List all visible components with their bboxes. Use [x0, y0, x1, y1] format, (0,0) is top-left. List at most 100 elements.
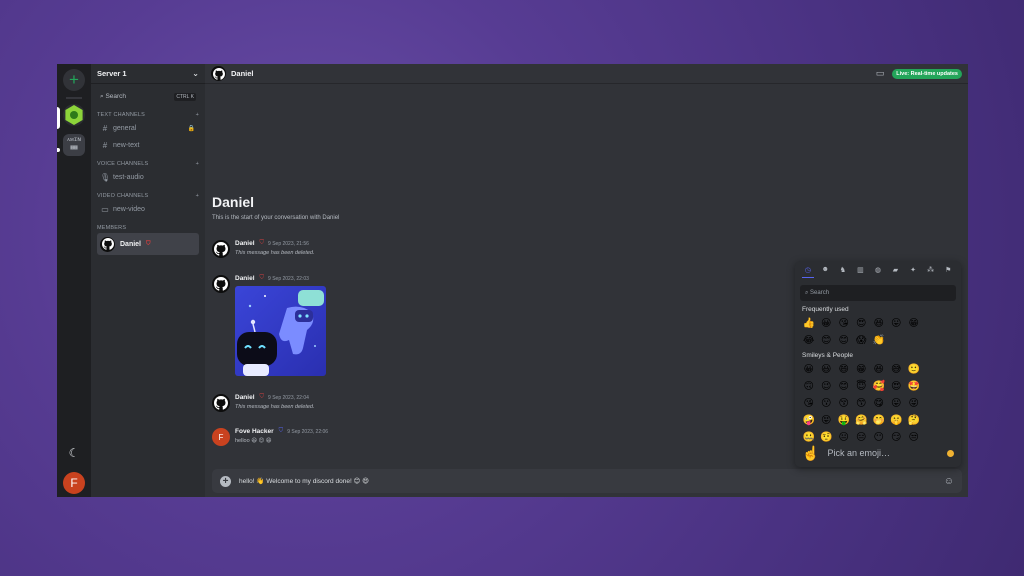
emoji-item[interactable]: 😉 — [818, 379, 836, 394]
skin-tone-button[interactable] — [947, 449, 954, 457]
emoji-item[interactable]: 🤪 — [800, 413, 818, 428]
server-header[interactable]: Server 1 ⌄ — [91, 64, 205, 84]
objects-category-icon[interactable]: ✦ — [907, 266, 919, 278]
emoji-search-input[interactable]: ⌕ Search — [800, 285, 956, 301]
category-label: MEMBERS — [97, 225, 127, 231]
emoji-item[interactable]: 😄 — [835, 362, 853, 377]
server-2-icon[interactable]: ᴀᴍɪɴ ▦▦ — [63, 134, 85, 156]
symbols-category-icon[interactable]: ⁂ — [925, 266, 937, 278]
activity-category-icon[interactable]: ◍ — [872, 266, 884, 278]
emoji-category-tabs: ◷ ☻ ♞ ▥ ◍ ▰ ✦ ⁂ ⚑ — [795, 261, 961, 280]
message-author[interactable]: Daniel — [235, 394, 255, 401]
emoji-item[interactable]: 🙂 — [905, 362, 923, 377]
channel-new-video[interactable]: ▭ new-video — [97, 201, 199, 217]
emoji-item[interactable]: 😛 — [888, 316, 906, 331]
channel-test-audio[interactable]: 🎙 test-audio — [97, 169, 199, 185]
message-composer[interactable]: + hello! 👋 Welcome to my discord done! 😊… — [212, 469, 962, 493]
emoji-picker-footer: ☝️ Pick an emoji… — [795, 439, 961, 467]
theme-toggle-icon[interactable]: ☾ — [69, 446, 80, 460]
channel-label: new-video — [113, 205, 145, 213]
add-channel-icon[interactable]: + — [196, 193, 199, 199]
github-avatar-icon — [100, 236, 115, 252]
emoji-item[interactable]: 👏 — [870, 333, 888, 348]
attach-button[interactable]: + — [220, 475, 231, 487]
smileys-category-icon[interactable]: ☻ — [819, 266, 831, 278]
message-input[interactable]: hello! 👋 Welcome to my discord done! 😊 😄 — [239, 477, 369, 485]
emoji-item[interactable]: 👍 — [800, 316, 818, 331]
emoji-item[interactable]: 😙 — [853, 396, 871, 411]
emoji-search-placeholder: Search — [810, 290, 830, 296]
message-author[interactable]: Fove Hacker — [235, 428, 274, 435]
user-avatar-button[interactable]: F — [63, 472, 85, 494]
emoji-item[interactable]: 😆 — [870, 362, 888, 377]
emoji-item[interactable]: 😛 — [888, 396, 906, 411]
github-avatar-icon[interactable] — [212, 240, 230, 258]
emoji-item[interactable]: 😝 — [818, 413, 836, 428]
message-image-attachment[interactable] — [235, 286, 326, 376]
github-avatar-icon[interactable] — [212, 275, 230, 293]
search-icon: ⌕ — [100, 93, 104, 100]
emoji-item[interactable]: 😊 — [835, 379, 853, 394]
emoji-item[interactable]: 😁 — [905, 316, 923, 331]
emoji-item[interactable]: 😱 — [853, 333, 871, 348]
emoji-item[interactable]: 😃 — [818, 362, 836, 377]
recent-category-icon[interactable]: ◷ — [801, 266, 814, 278]
emoji-button-icon[interactable]: ☺ — [944, 476, 954, 487]
emoji-item[interactable]: 🤩 — [905, 379, 923, 394]
emoji-item[interactable]: 😀 — [800, 362, 818, 377]
emoji-item[interactable]: 😚 — [835, 396, 853, 411]
category-video: VIDEO CHANNELS + — [97, 193, 199, 199]
emoji-item[interactable]: 😘 — [835, 316, 853, 331]
food-category-icon[interactable]: ▥ — [854, 266, 866, 278]
emoji-item[interactable]: 😊 — [818, 333, 836, 348]
emoji-item[interactable]: 🤭 — [870, 413, 888, 428]
channel-sidebar: Server 1 ⌄ ⌕ Search CTRL K TEXT CHANNELS… — [91, 64, 205, 497]
add-channel-icon[interactable]: + — [196, 161, 199, 167]
animals-category-icon[interactable]: ♞ — [837, 266, 849, 278]
message-author[interactable]: Daniel — [235, 275, 255, 282]
emoji-item[interactable]: 🙃 — [800, 379, 818, 394]
message-author[interactable]: Daniel — [235, 240, 255, 247]
search-label: Search — [105, 93, 127, 100]
flags-category-icon[interactable]: ⚑ — [942, 266, 954, 278]
rail-separator — [66, 97, 82, 99]
server-1-icon[interactable] — [63, 104, 85, 126]
frequently-used-title: Frequently used — [802, 306, 849, 313]
emoji-item[interactable]: 😋 — [870, 396, 888, 411]
emoji-item[interactable]: 😂 — [800, 333, 818, 348]
chevron-down-icon[interactable]: ⌄ — [192, 69, 199, 78]
category-label: VOICE CHANNELS — [97, 161, 149, 167]
member-daniel[interactable]: Daniel ⛉ — [97, 233, 199, 255]
emoji-item[interactable]: 😜 — [905, 396, 923, 411]
emoji-item[interactable]: 😁 — [853, 362, 871, 377]
chat-title: Daniel — [231, 69, 254, 78]
emoji-item[interactable]: 😆 — [870, 316, 888, 331]
emoji-item[interactable]: 🥰 — [870, 379, 888, 394]
search-button[interactable]: ⌕ Search CTRL K — [97, 90, 199, 104]
github-avatar-icon[interactable] — [212, 394, 230, 412]
category-label: VIDEO CHANNELS — [97, 193, 149, 199]
smileys-title: Smileys & People — [802, 352, 853, 359]
emoji-item[interactable]: 😀 — [818, 316, 836, 331]
add-server-button[interactable]: + — [63, 69, 85, 91]
emoji-item[interactable]: 😗 — [818, 396, 836, 411]
github-avatar-icon — [211, 66, 226, 81]
emoji-item[interactable]: 😍 — [853, 316, 871, 331]
user-avatar[interactable]: F — [212, 428, 230, 446]
video-call-icon[interactable]: ▭ — [876, 68, 885, 79]
add-channel-icon[interactable]: + — [196, 112, 199, 118]
channel-new-text[interactable]: # new-text — [97, 137, 199, 153]
travel-category-icon[interactable]: ▰ — [890, 266, 902, 278]
emoji-item[interactable]: 😇 — [853, 379, 871, 394]
emoji-item[interactable]: 🤫 — [888, 413, 906, 428]
emoji-item[interactable]: 🤔 — [905, 413, 923, 428]
emoji-item[interactable]: 🤗 — [853, 413, 871, 428]
emoji-item[interactable]: 😍 — [888, 379, 906, 394]
channel-general[interactable]: # general 🔒 — [97, 120, 199, 136]
message-text: This message has been deleted. — [235, 250, 315, 256]
emoji-item[interactable]: 😅 — [888, 362, 906, 377]
emoji-item[interactable]: 🤑 — [835, 413, 853, 428]
emoji-footer-hint: Pick an emoji… — [827, 448, 890, 458]
emoji-item[interactable]: 😊 — [835, 333, 853, 348]
emoji-item[interactable]: 😘 — [800, 396, 818, 411]
